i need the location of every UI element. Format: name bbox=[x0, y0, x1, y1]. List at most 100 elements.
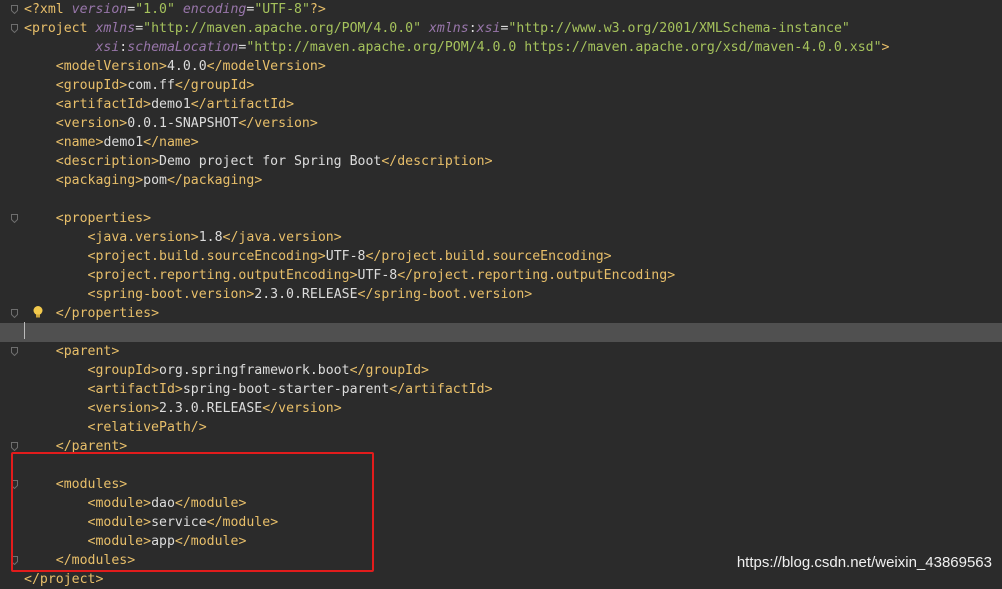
code-token: > bbox=[317, 249, 326, 264]
highlight-box bbox=[11, 452, 374, 572]
code-token: </ bbox=[222, 230, 239, 245]
code-token: version bbox=[95, 401, 152, 416]
code-token: </ bbox=[143, 135, 160, 150]
code-token: 4.0.0 bbox=[166, 59, 207, 74]
code-token: < bbox=[55, 78, 64, 93]
code-token: : bbox=[468, 21, 477, 36]
code-line[interactable] bbox=[0, 323, 1002, 342]
code-token: > bbox=[667, 268, 676, 283]
code-line[interactable]: <?xml version="1.0" encoding="UTF-8"?> bbox=[24, 0, 1002, 19]
code-line[interactable]: <properties> bbox=[24, 209, 1002, 228]
code-token: /> bbox=[190, 420, 207, 435]
code-token: > bbox=[524, 287, 533, 302]
lightbulb-icon[interactable] bbox=[31, 305, 45, 319]
code-token: artifactId bbox=[206, 97, 287, 112]
code-token: </ bbox=[262, 401, 279, 416]
code-token: < bbox=[55, 97, 64, 112]
fold-marker-icon[interactable] bbox=[11, 309, 18, 318]
code-token: com.ff bbox=[127, 78, 175, 93]
code-token: < bbox=[55, 211, 64, 226]
code-token: </ bbox=[166, 173, 183, 188]
code-line[interactable]: <version>2.3.0.RELEASE</version> bbox=[24, 399, 1002, 418]
code-line[interactable]: <groupId>org.springframework.boot</group… bbox=[24, 361, 1002, 380]
code-token: > bbox=[317, 59, 326, 74]
code-token: > bbox=[309, 116, 318, 131]
code-line[interactable]: <parent> bbox=[24, 342, 1002, 361]
code-token: > bbox=[135, 173, 144, 188]
code-line[interactable]: <name>demo1</name> bbox=[24, 133, 1002, 152]
code-token: version bbox=[71, 2, 128, 17]
code-token: </ bbox=[24, 572, 40, 587]
code-token: < bbox=[55, 116, 64, 131]
code-token: modelVersion bbox=[63, 59, 159, 74]
code-token: </ bbox=[206, 59, 223, 74]
code-line[interactable]: </project> bbox=[24, 570, 1002, 589]
code-token: "http://maven.apache.org/POM/4.0.0 https… bbox=[246, 40, 882, 55]
code-token: </ bbox=[55, 306, 72, 321]
code-token: artifactId bbox=[95, 382, 175, 397]
fold-marker-icon[interactable] bbox=[11, 214, 18, 223]
fold-marker-icon[interactable] bbox=[11, 24, 18, 33]
code-token: pom bbox=[143, 173, 167, 188]
code-token: > bbox=[603, 249, 612, 264]
code-token: description bbox=[63, 154, 152, 169]
code-token: </ bbox=[190, 97, 207, 112]
code-line[interactable]: <java.version>1.8</java.version> bbox=[24, 228, 1002, 247]
code-token: > bbox=[151, 154, 160, 169]
code-token: > bbox=[349, 268, 358, 283]
code-line[interactable]: <project.build.sourceEncoding>UTF-8</pro… bbox=[24, 247, 1002, 266]
code-line[interactable]: <artifactId>spring-boot-starter-parent</… bbox=[24, 380, 1002, 399]
code-token: xmlns bbox=[428, 21, 469, 36]
code-editor[interactable]: <?xml version="1.0" encoding="UTF-8"?> <p… bbox=[0, 0, 1002, 587]
code-token: </ bbox=[389, 382, 406, 397]
code-token: java.version bbox=[95, 230, 191, 245]
code-line[interactable]: <modelVersion>4.0.0</modelVersion> bbox=[24, 57, 1002, 76]
code-token: "http://maven.apache.org/POM/4.0.0" bbox=[143, 21, 422, 36]
code-token: < bbox=[55, 59, 64, 74]
code-token: </ bbox=[381, 154, 398, 169]
code-token: = bbox=[135, 21, 144, 36]
code-line[interactable]: <relativePath/> bbox=[24, 418, 1002, 437]
code-token: project.build.sourceEncoding bbox=[381, 249, 604, 264]
code-token: > bbox=[95, 572, 104, 587]
code-line[interactable]: <project.reporting.outputEncoding>UTF-8<… bbox=[24, 266, 1002, 285]
code-token: > bbox=[421, 363, 429, 378]
code-token: groupId bbox=[190, 78, 247, 93]
code-token: > bbox=[143, 211, 152, 226]
code-line[interactable]: <artifactId>demo1</artifactId> bbox=[24, 95, 1002, 114]
text-caret bbox=[24, 322, 25, 339]
code-token: UTF-8 bbox=[325, 249, 366, 264]
code-line[interactable]: <version>0.0.1-SNAPSHOT</version> bbox=[24, 114, 1002, 133]
code-line[interactable]: <packaging>pom</packaging> bbox=[24, 171, 1002, 190]
code-token: parent bbox=[63, 344, 112, 359]
fold-marker-icon[interactable] bbox=[11, 347, 18, 356]
code-token: < bbox=[55, 154, 64, 169]
code-token: UTF-8 bbox=[357, 268, 398, 283]
code-line[interactable]: xsi:schemaLocation="http://maven.apache.… bbox=[24, 38, 1002, 57]
code-token: project.build.sourceEncoding bbox=[95, 249, 318, 264]
code-token: packaging bbox=[182, 173, 255, 188]
code-token: "UTF-8" bbox=[254, 2, 310, 17]
code-line[interactable] bbox=[24, 190, 1002, 209]
code-token: > bbox=[190, 230, 199, 245]
code-token: 1.8 bbox=[198, 230, 223, 245]
code-token: schemaLocation bbox=[127, 40, 239, 55]
code-token: project.reporting.outputEncoding bbox=[95, 268, 350, 283]
code-token: > bbox=[159, 59, 167, 74]
code-token: artifactId bbox=[63, 97, 144, 112]
code-token: <? bbox=[24, 2, 40, 17]
fold-marker-icon[interactable] bbox=[11, 442, 18, 451]
code-line[interactable]: </properties> bbox=[24, 304, 1002, 323]
code-line[interactable]: <description>Demo project for Spring Boo… bbox=[24, 152, 1002, 171]
code-token: > bbox=[151, 401, 160, 416]
code-line[interactable]: <project xmlns="http://maven.apache.org/… bbox=[24, 19, 1002, 38]
fold-marker-icon[interactable] bbox=[11, 5, 18, 14]
code-line[interactable]: <groupId>com.ff</groupId> bbox=[24, 76, 1002, 95]
code-line[interactable]: <spring-boot.version>2.3.0.RELEASE</spri… bbox=[24, 285, 1002, 304]
